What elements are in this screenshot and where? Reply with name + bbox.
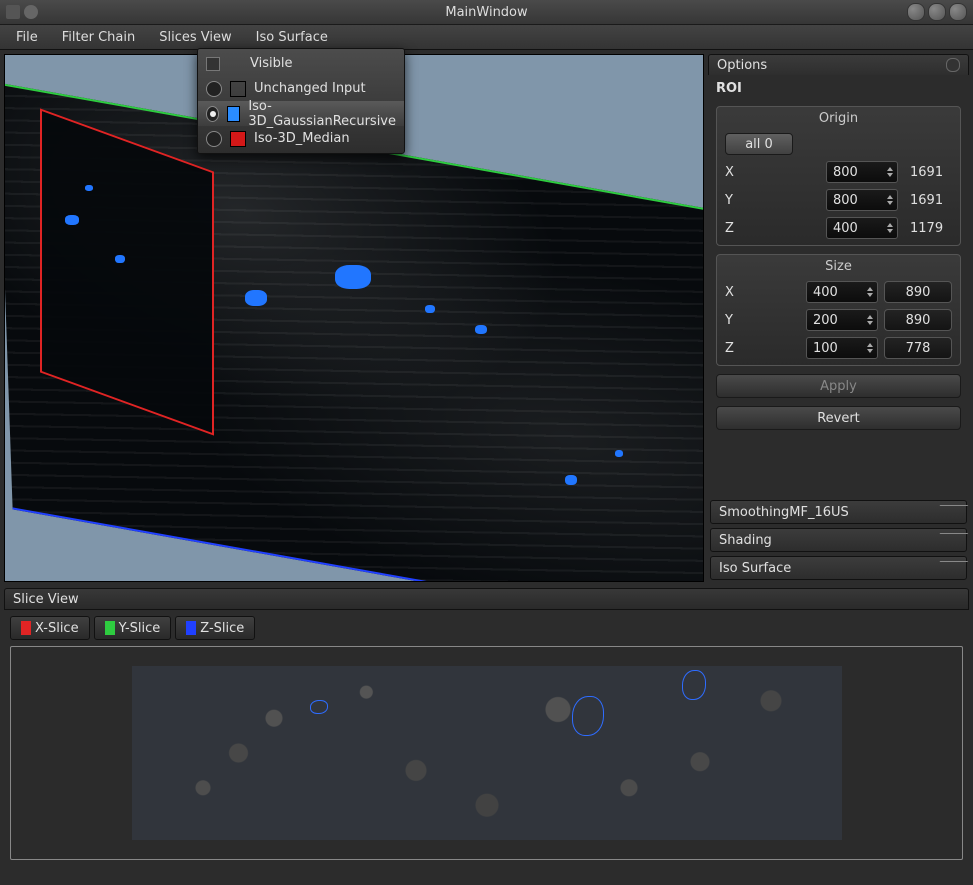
origin-z-max: 1179 (904, 221, 952, 236)
origin-y-label: Y (725, 193, 739, 208)
radio-icon (206, 81, 222, 97)
origin-x-max: 1691 (904, 165, 952, 180)
size-y-input[interactable]: 200 (806, 309, 878, 331)
origin-z-label: Z (725, 221, 739, 236)
menu-file[interactable]: File (4, 25, 50, 49)
origin-z-input[interactable]: 400 (826, 217, 898, 239)
origin-x-label: X (725, 165, 739, 180)
titlebar: MainWindow (0, 0, 973, 25)
size-group: Size X 400 890 Y 200 890 Z 100 778 (716, 254, 961, 366)
slice-image[interactable] (132, 666, 842, 840)
iso-blob (65, 215, 79, 225)
color-swatch (227, 106, 240, 122)
tab-label: Y-Slice (119, 621, 161, 636)
size-z-label: Z (725, 341, 739, 356)
iso-contour (682, 670, 706, 700)
options-title: Options (717, 58, 767, 73)
app-icon (6, 5, 20, 19)
menu-iso-surface[interactable]: Iso Surface (244, 25, 340, 49)
size-z-input[interactable]: 100 (806, 337, 878, 359)
menubar: File Filter Chain Slices View Iso Surfac… (0, 25, 973, 50)
checkbox-icon (206, 57, 220, 71)
iso-option-median[interactable]: Iso-3D_Median (198, 126, 404, 151)
size-z-max-button[interactable]: 778 (884, 337, 952, 359)
iso-option-gaussian-recursive[interactable]: Iso-3D_GaussianRecursive (198, 101, 404, 126)
panel-collapse-icon[interactable] (946, 58, 960, 72)
revert-button[interactable]: Revert (716, 406, 961, 430)
close-button[interactable] (949, 3, 967, 21)
iso-visible-label: Visible (250, 56, 292, 71)
origin-y-max: 1691 (904, 193, 952, 208)
slice-view-header: Slice View (4, 588, 969, 610)
size-y-label: Y (725, 313, 739, 328)
radio-icon (206, 131, 222, 147)
iso-blob (85, 185, 93, 191)
maximize-button[interactable] (928, 3, 946, 21)
slice-tabs: X-Slice Y-Slice Z-Slice (0, 610, 973, 646)
color-swatch (230, 131, 246, 147)
accordion-smoothing[interactable]: SmoothingMF_16US (710, 500, 967, 524)
roi-title: ROI (708, 75, 969, 102)
iso-blob (115, 255, 125, 263)
size-title: Size (717, 255, 960, 278)
slice-view-title: Slice View (13, 592, 79, 607)
iso-visible-toggle[interactable]: Visible (198, 51, 404, 76)
iso-contour (310, 700, 328, 714)
color-swatch (186, 621, 196, 635)
iso-option-label: Unchanged Input (254, 81, 366, 96)
tab-x-slice[interactable]: X-Slice (10, 616, 90, 640)
options-panel: Options ROI Origin all 0 X 800 1691 Y 80… (708, 54, 969, 582)
tab-z-slice[interactable]: Z-Slice (175, 616, 255, 640)
origin-x-input[interactable]: 800 (826, 161, 898, 183)
tab-label: X-Slice (35, 621, 79, 636)
iso-option-unchanged-input[interactable]: Unchanged Input (198, 76, 404, 101)
color-swatch (105, 621, 115, 635)
iso-contour (572, 696, 604, 736)
apply-button[interactable]: Apply (716, 374, 961, 398)
accordion-iso-surface[interactable]: Iso Surface (710, 556, 967, 580)
size-x-label: X (725, 285, 739, 300)
iso-surface-dropdown: Visible Unchanged Input Iso-3D_GaussianR… (197, 48, 405, 154)
color-swatch (230, 81, 246, 97)
radio-icon (206, 106, 219, 122)
menu-slices-view[interactable]: Slices View (147, 25, 243, 49)
size-y-max-button[interactable]: 890 (884, 309, 952, 331)
origin-title: Origin (717, 107, 960, 130)
accordion-shading[interactable]: Shading (710, 528, 967, 552)
tab-label: Z-Slice (200, 621, 244, 636)
iso-blob (425, 305, 435, 313)
window-title: MainWindow (445, 5, 527, 20)
all-zero-button[interactable]: all 0 (725, 133, 793, 155)
origin-y-input[interactable]: 800 (826, 189, 898, 211)
app-icon-2 (24, 5, 38, 19)
tab-y-slice[interactable]: Y-Slice (94, 616, 172, 640)
iso-option-label: Iso-3D_Median (254, 131, 350, 146)
iso-option-label: Iso-3D_GaussianRecursive (248, 99, 396, 129)
origin-group: Origin all 0 X 800 1691 Y 800 1691 Z 400… (716, 106, 961, 246)
iso-blob (615, 450, 623, 457)
color-swatch (21, 621, 31, 635)
iso-blob (245, 290, 267, 306)
menu-filter-chain[interactable]: Filter Chain (50, 25, 147, 49)
iso-blob (565, 475, 577, 485)
size-x-max-button[interactable]: 890 (884, 281, 952, 303)
slice-image-container (10, 646, 963, 860)
minimize-button[interactable] (907, 3, 925, 21)
iso-blob (335, 265, 371, 289)
size-x-input[interactable]: 400 (806, 281, 878, 303)
iso-blob (475, 325, 487, 334)
